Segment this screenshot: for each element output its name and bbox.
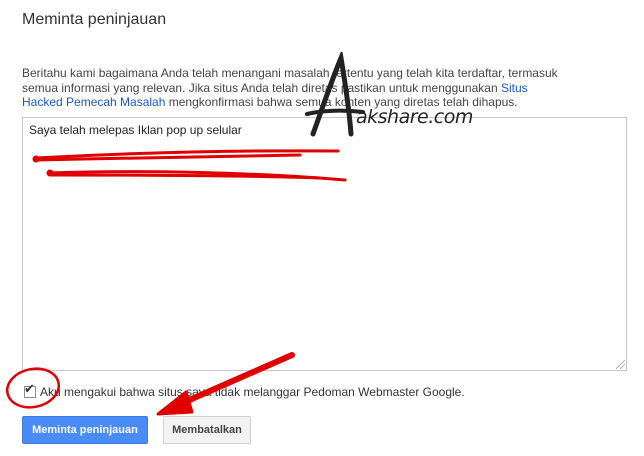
- description-line-1: Beritahu kami bagaimana Anda telah menan…: [22, 66, 558, 80]
- checkmark-icon: ✔: [24, 381, 35, 396]
- request-review-button[interactable]: Meminta peninjauan: [22, 416, 148, 444]
- acknowledge-row[interactable]: ✔ Aku mengakui bahwa situs saya tidak me…: [24, 382, 465, 399]
- resize-grip-icon[interactable]: [616, 360, 625, 369]
- request-textarea-container[interactable]: Saya telah melepas Iklan pop up selular: [22, 117, 627, 371]
- request-textarea[interactable]: Saya telah melepas Iklan pop up selular: [23, 118, 626, 370]
- cancel-button[interactable]: Membatalkan: [163, 416, 251, 444]
- acknowledge-checkbox[interactable]: ✔: [24, 382, 36, 398]
- watermark-text: akshare.com: [356, 106, 473, 128]
- hacked-troubleshooter-link-part2[interactable]: Hacked Pemecah Masalah: [22, 95, 165, 109]
- dialog-title: Meminta peninjauan: [22, 11, 167, 28]
- acknowledge-label[interactable]: Aku mengakui bahwa situs saya tidak mela…: [40, 385, 465, 399]
- akshare-watermark-logo: [305, 52, 365, 137]
- hacked-troubleshooter-link-part1[interactable]: Situs: [501, 81, 528, 95]
